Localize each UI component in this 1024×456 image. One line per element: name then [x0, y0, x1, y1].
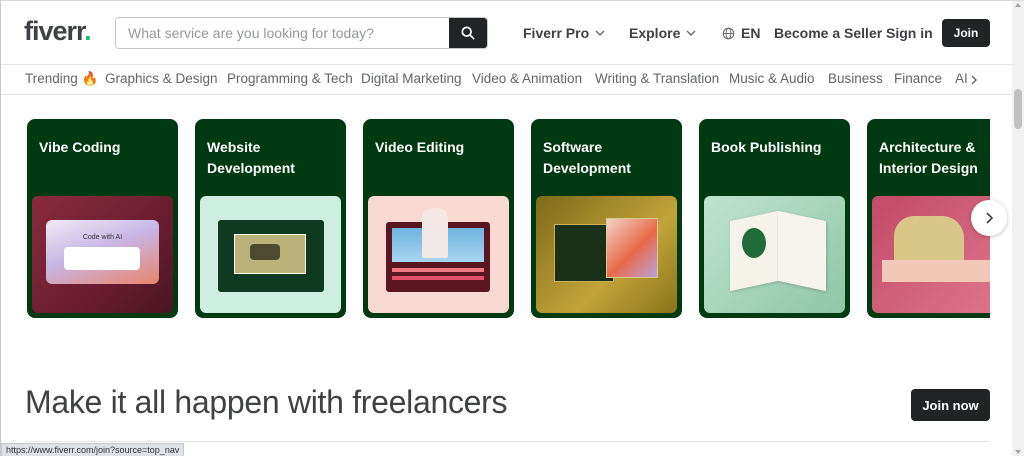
card-title: Website Development: [207, 139, 295, 176]
browser-viewport: fiverr. Fiverr Pro Explore EN Become a S…: [0, 0, 1024, 456]
chevron-right-icon[interactable]: [970, 75, 978, 85]
card-image: [536, 196, 677, 313]
globe-icon: [722, 27, 735, 39]
sign-in-label: Sign in: [886, 25, 933, 41]
status-url-bar: https://www.fiverr.com/join?source=top_n…: [1, 443, 185, 456]
card-image-text: Code with AI: [82, 234, 123, 241]
join-button[interactable]: Join: [942, 19, 990, 47]
chevron-right-icon: [986, 212, 993, 224]
scrollbar-thumb[interactable]: [1014, 89, 1022, 129]
card-video-editing[interactable]: Video Editing: [363, 119, 514, 318]
category-nav: Trending 🔥 Graphics & Design Programming…: [1, 64, 1013, 95]
category-graphics-design[interactable]: Graphics & Design: [105, 71, 218, 86]
sign-in-link[interactable]: Sign in: [886, 25, 933, 41]
language-label: EN: [741, 25, 761, 41]
card-title: Video Editing: [375, 139, 465, 155]
explore-dropdown[interactable]: Explore: [629, 25, 696, 41]
card-title: Architecture & Interior Design: [879, 139, 978, 176]
explore-label: Explore: [629, 25, 681, 41]
category-trending[interactable]: Trending 🔥: [25, 71, 98, 87]
category-ai[interactable]: AI: [955, 71, 968, 86]
chevron-down-icon: [686, 30, 696, 36]
card-image: [704, 196, 845, 313]
category-finance[interactable]: Finance: [894, 71, 942, 86]
scroll-down-arrow-icon[interactable]: [1015, 450, 1021, 454]
header-nav: Fiverr Pro Explore EN Become a Seller Si…: [1, 20, 1013, 46]
category-programming-tech[interactable]: Programming & Tech: [227, 71, 353, 86]
card-image: [368, 196, 509, 313]
chevron-down-icon: [595, 30, 605, 36]
card-title: Book Publishing: [711, 139, 822, 155]
become-seller-label: Become a Seller: [774, 25, 883, 41]
category-music-audio[interactable]: Music & Audio: [729, 71, 815, 86]
category-digital-marketing[interactable]: Digital Marketing: [361, 71, 462, 86]
carousel-next-button[interactable]: [971, 200, 1007, 236]
card-image: [200, 196, 341, 313]
card-book-publishing[interactable]: Book Publishing: [699, 119, 850, 318]
divider: [25, 441, 990, 442]
card-title: Vibe Coding: [39, 139, 121, 155]
category-business[interactable]: Business: [828, 71, 883, 86]
card-software-development[interactable]: Software Development: [531, 119, 682, 318]
scroll-up-arrow-icon[interactable]: [1015, 3, 1021, 7]
card-title: Software Development: [543, 139, 631, 176]
fiverr-pro-dropdown[interactable]: Fiverr Pro: [523, 25, 605, 41]
category-video-animation[interactable]: Video & Animation: [472, 71, 582, 86]
category-writing-translation[interactable]: Writing & Translation: [595, 71, 719, 86]
section-headline: Make it all happen with freelancers: [25, 384, 508, 420]
fiverr-pro-label: Fiverr Pro: [523, 25, 590, 41]
become-seller-link[interactable]: Become a Seller: [774, 25, 882, 41]
page-scrollbar[interactable]: [1012, 1, 1024, 456]
service-cards-carousel: Vibe Coding Code with AI Website Develop…: [27, 119, 990, 319]
card-image: Code with AI: [32, 196, 173, 313]
card-vibe-coding[interactable]: Vibe Coding Code with AI: [27, 119, 178, 318]
join-now-button[interactable]: Join now: [911, 389, 990, 421]
top-header: fiverr. Fiverr Pro Explore EN Become a S…: [1, 1, 1013, 64]
language-selector[interactable]: EN: [722, 25, 760, 41]
card-website-development[interactable]: Website Development: [195, 119, 346, 318]
